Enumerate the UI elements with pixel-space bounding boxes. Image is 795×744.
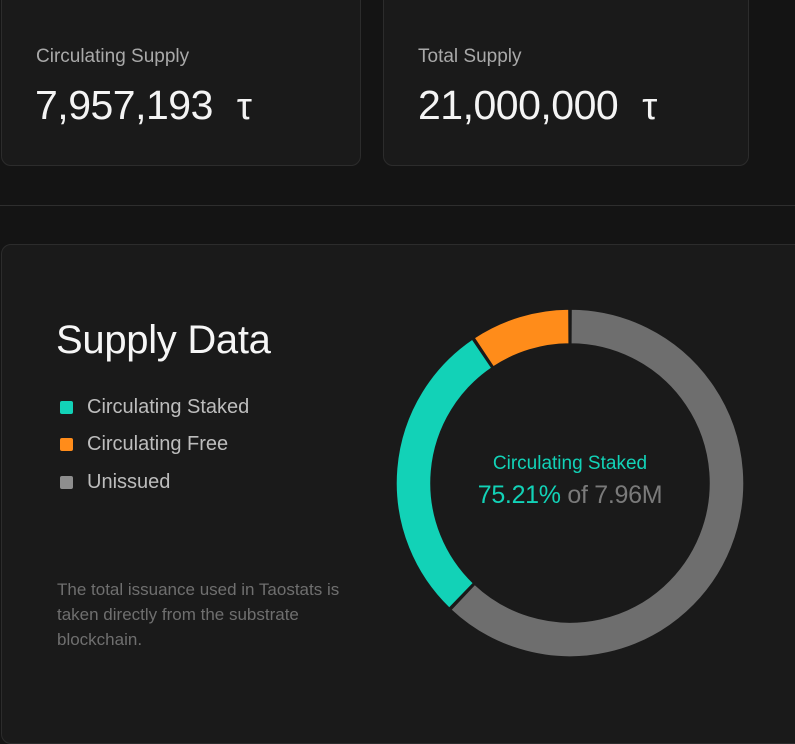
donut-center-total: of 7.96M (567, 481, 663, 509)
donut-center-value: 75.21% of 7.96M (430, 481, 710, 510)
legend-item-circulating-staked: Circulating Staked (60, 395, 249, 419)
section-divider (0, 205, 795, 206)
donut-center-percent: 75.21% (477, 481, 561, 509)
legend-swatch-staked (60, 400, 73, 414)
legend-swatch-unissued (60, 475, 73, 489)
donut-segment-circulating-free[interactable] (473, 308, 570, 368)
legend-label: Circulating Free (87, 433, 229, 455)
tao-icon: τ (642, 86, 657, 128)
supply-data-title: Supply Data (56, 318, 271, 362)
donut-center-label: Circulating Staked (492, 453, 648, 474)
tao-icon: τ (236, 86, 252, 128)
legend-label: Circulating Staked (87, 395, 250, 418)
legend-item-unissued: Unissued (60, 470, 249, 494)
chart-legend: Circulating Staked Circulating Free Unis… (60, 395, 249, 508)
total-supply-label: Total Supply (418, 46, 522, 67)
total-supply-number: 21,000,000 (418, 82, 619, 128)
legend-label: Unissued (87, 470, 171, 493)
circulating-supply-number: 7,957,193 (35, 82, 213, 128)
total-supply-value: 21,000,000 τ (418, 82, 657, 129)
legend-item-circulating-free: Circulating Free (60, 433, 249, 457)
circulating-supply-value: 7,957,193 τ (35, 82, 252, 129)
circulating-supply-label: Circulating Supply (36, 46, 190, 67)
legend-swatch-free (60, 438, 73, 451)
supply-footnote: The total issuance used in Taostats is t… (57, 580, 340, 649)
